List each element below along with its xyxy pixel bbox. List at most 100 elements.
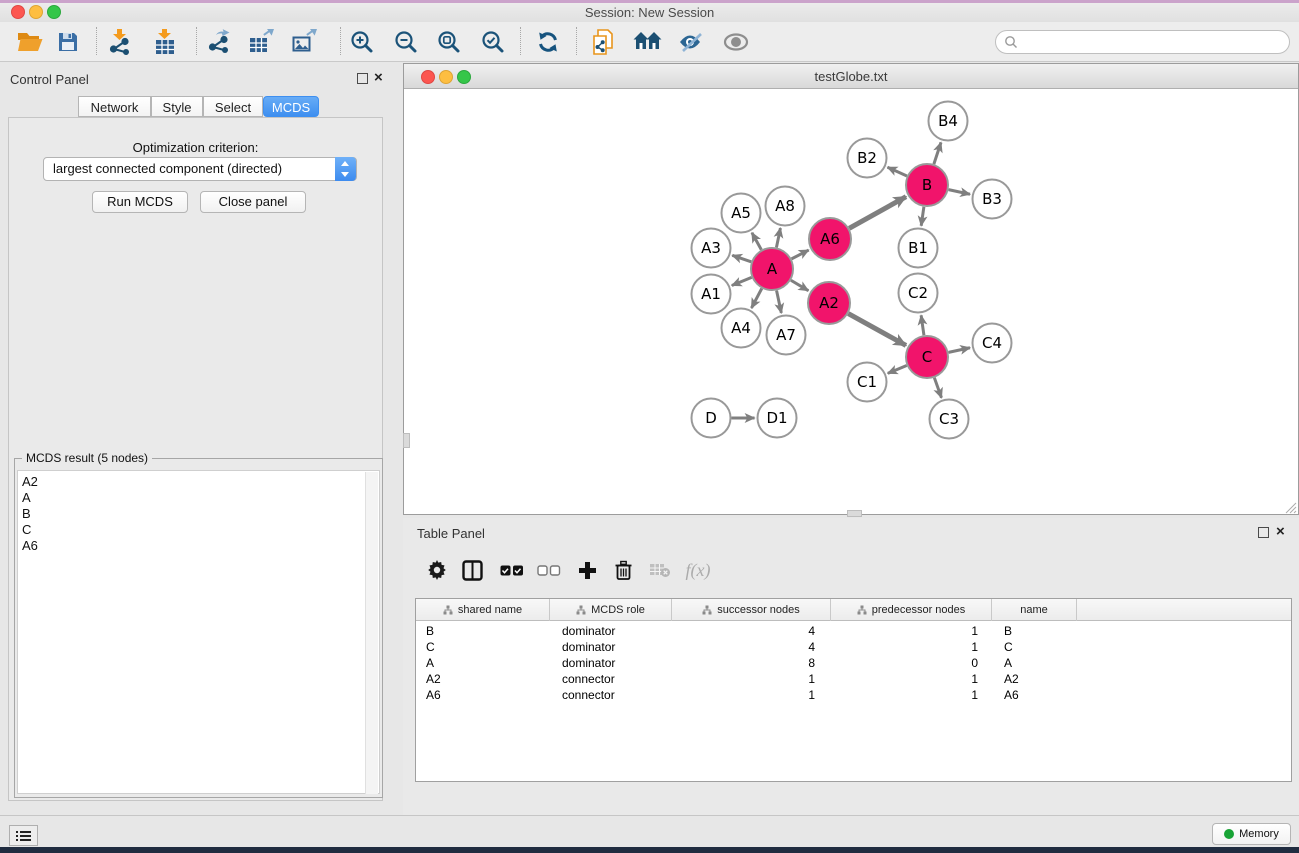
splitter-grip[interactable] bbox=[847, 510, 862, 517]
close-panel-icon[interactable]: × bbox=[374, 72, 383, 83]
table-cell[interactable]: A6 bbox=[992, 687, 1077, 703]
graph-edge-B-B2[interactable] bbox=[888, 167, 907, 176]
delete-column-button[interactable] bbox=[610, 556, 636, 584]
resize-grip-icon[interactable] bbox=[1284, 501, 1297, 514]
zoom-selected-button[interactable] bbox=[475, 26, 511, 58]
task-history-button[interactable] bbox=[9, 825, 38, 846]
table-cell[interactable]: 1 bbox=[831, 639, 992, 655]
preview-eye-button[interactable] bbox=[718, 26, 754, 58]
graph-edge-A-A5[interactable] bbox=[752, 233, 761, 250]
search-field[interactable] bbox=[995, 30, 1290, 54]
graph-edge-A2-C[interactable] bbox=[848, 314, 906, 346]
optimization-criterion-select[interactable]: largest connected component (directed) bbox=[43, 157, 357, 181]
graph-edge-A-A2[interactable] bbox=[791, 280, 808, 290]
network-canvas[interactable]: AA1A2A3A4A5A6A7A8BB1B2B3B4CC1C2C3C4DD1 bbox=[404, 89, 1298, 514]
table-cell[interactable]: A bbox=[416, 655, 550, 671]
graph-node-A3[interactable]: A3 bbox=[692, 229, 731, 268]
table-cell[interactable]: 8 bbox=[672, 655, 831, 671]
table-cell[interactable]: 0 bbox=[831, 655, 992, 671]
close-panel-icon[interactable]: × bbox=[1276, 526, 1285, 537]
table-row[interactable]: A6connector11A6 bbox=[416, 687, 1291, 703]
graph-node-A[interactable]: A bbox=[751, 248, 793, 290]
close-panel-button[interactable]: Close panel bbox=[200, 191, 306, 213]
graph-node-A7[interactable]: A7 bbox=[767, 316, 806, 355]
mcds-result-list[interactable]: A2ABCA6 bbox=[17, 470, 380, 794]
export-image-button[interactable] bbox=[287, 26, 323, 58]
mcds-result-item[interactable]: A6 bbox=[18, 538, 379, 554]
graph-node-B2[interactable]: B2 bbox=[848, 139, 887, 178]
graph-node-C3[interactable]: C3 bbox=[930, 400, 969, 439]
table-cell[interactable]: dominator bbox=[550, 623, 672, 639]
table-cell[interactable]: A2 bbox=[416, 671, 550, 687]
home-button[interactable] bbox=[630, 26, 666, 58]
graph-edge-A-A4[interactable] bbox=[751, 288, 761, 308]
table-cell[interactable]: 1 bbox=[672, 671, 831, 687]
export-table-button[interactable] bbox=[244, 26, 280, 58]
column-header-name[interactable]: name bbox=[992, 599, 1077, 621]
search-input[interactable] bbox=[1018, 31, 1289, 53]
graph-edge-A-A6[interactable] bbox=[792, 250, 809, 259]
hide-details-button[interactable] bbox=[673, 26, 709, 58]
table-cell[interactable]: 1 bbox=[831, 687, 992, 703]
table-cell[interactable]: A6 bbox=[416, 687, 550, 703]
delete-table-button[interactable] bbox=[646, 556, 674, 584]
graph-edge-C-C3[interactable] bbox=[934, 378, 941, 398]
table-row[interactable]: Bdominator41B bbox=[416, 623, 1291, 639]
table-cell[interactable]: connector bbox=[550, 671, 672, 687]
graph-edge-B-B1[interactable] bbox=[921, 207, 924, 226]
graph-node-A8[interactable]: A8 bbox=[766, 187, 805, 226]
table-cell[interactable]: B bbox=[416, 623, 550, 639]
graph-node-C2[interactable]: C2 bbox=[899, 274, 938, 313]
graph-node-A6[interactable]: A6 bbox=[809, 218, 851, 260]
graph-edge-A-A7[interactable] bbox=[777, 291, 782, 313]
table-cell[interactable]: connector bbox=[550, 687, 672, 703]
table-cell[interactable]: B bbox=[992, 623, 1077, 639]
toggle-panes-button[interactable] bbox=[459, 556, 485, 584]
zoom-in-button[interactable] bbox=[344, 26, 380, 58]
select-all-button[interactable] bbox=[497, 556, 527, 584]
table-cell[interactable]: A2 bbox=[992, 671, 1077, 687]
memory-button[interactable]: Memory bbox=[1212, 823, 1291, 845]
graph-edge-A-A1[interactable] bbox=[732, 277, 752, 285]
zoom-out-button[interactable] bbox=[388, 26, 424, 58]
mcds-result-item[interactable]: A2 bbox=[18, 474, 379, 490]
table-row[interactable]: Adominator80A bbox=[416, 655, 1291, 671]
table-cell[interactable]: 1 bbox=[831, 623, 992, 639]
graph-node-C1[interactable]: C1 bbox=[848, 363, 887, 402]
refresh-button[interactable] bbox=[530, 26, 566, 58]
graph-node-A4[interactable]: A4 bbox=[722, 309, 761, 348]
graph-edge-C-C1[interactable] bbox=[888, 365, 907, 373]
mcds-result-item[interactable]: B bbox=[18, 506, 379, 522]
table-row[interactable]: Cdominator41C bbox=[416, 639, 1291, 655]
export-network-button[interactable] bbox=[202, 26, 238, 58]
table-settings-button[interactable] bbox=[425, 556, 449, 584]
graph-node-A5[interactable]: A5 bbox=[722, 194, 761, 233]
graph-edge-A-A3[interactable] bbox=[732, 255, 751, 262]
table-cell[interactable]: dominator bbox=[550, 655, 672, 671]
mcds-result-item[interactable]: A bbox=[18, 490, 379, 506]
column-header-shared-name[interactable]: shared name bbox=[416, 599, 550, 621]
table-cell[interactable]: 4 bbox=[672, 639, 831, 655]
graph-node-C4[interactable]: C4 bbox=[973, 324, 1012, 363]
float-panel-icon[interactable] bbox=[357, 73, 368, 84]
table-cell[interactable]: A bbox=[992, 655, 1077, 671]
tab-network[interactable]: Network bbox=[78, 96, 151, 117]
save-session-button[interactable] bbox=[50, 26, 86, 58]
import-table-button[interactable] bbox=[147, 26, 183, 58]
mcds-result-item[interactable]: C bbox=[18, 522, 379, 538]
graph-edge-C-C4[interactable] bbox=[949, 348, 970, 353]
table-cell[interactable]: dominator bbox=[550, 639, 672, 655]
copy-layout-button[interactable] bbox=[587, 26, 623, 58]
splitter-grip[interactable] bbox=[403, 433, 410, 448]
network-graph[interactable]: AA1A2A3A4A5A6A7A8BB1B2B3B4CC1C2C3C4DD1 bbox=[404, 89, 1298, 514]
graph-node-D[interactable]: D bbox=[692, 399, 731, 438]
table-cell[interactable]: 1 bbox=[672, 687, 831, 703]
deselect-all-button[interactable] bbox=[534, 556, 564, 584]
graph-node-B3[interactable]: B3 bbox=[973, 180, 1012, 219]
graph-edge-A-A8[interactable] bbox=[776, 228, 780, 247]
graph-edge-C-C2[interactable] bbox=[921, 315, 924, 335]
graph-node-A2[interactable]: A2 bbox=[808, 282, 850, 324]
tab-style[interactable]: Style bbox=[151, 96, 203, 117]
tab-mcds[interactable]: MCDS bbox=[263, 96, 319, 117]
table-cell[interactable]: C bbox=[416, 639, 550, 655]
